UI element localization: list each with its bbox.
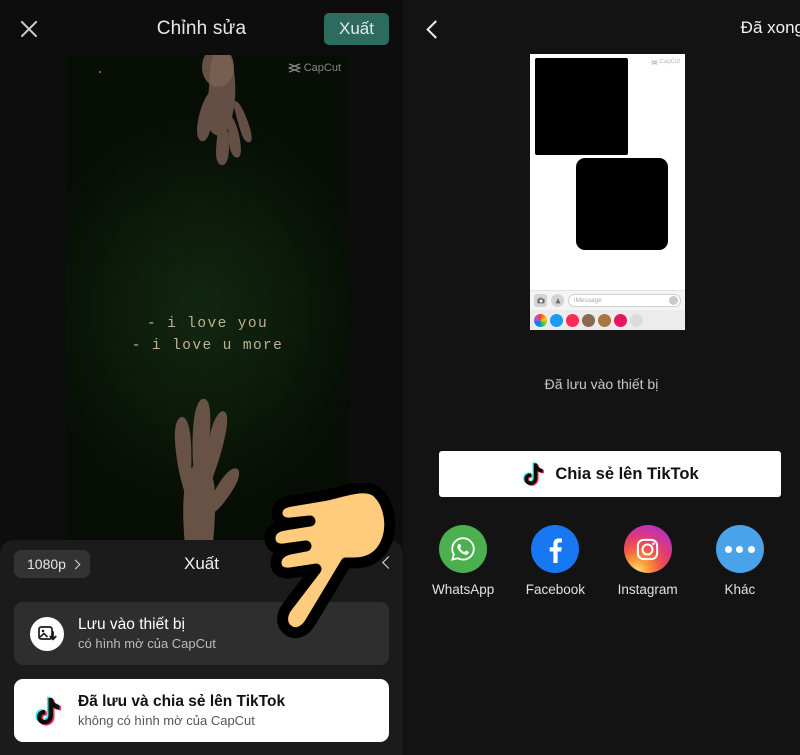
editor-topbar: Chỉnh sửa Xuất — [0, 0, 403, 58]
tiktok-icon — [30, 694, 64, 728]
share-target-whatsapp[interactable]: WhatsApp — [423, 525, 503, 597]
light-speck — [99, 71, 101, 73]
message-bubble — [576, 158, 668, 250]
subtitle-line-2: - i love u more — [131, 338, 284, 354]
subtitle-line-1: - i love you — [146, 316, 269, 332]
camera-glyph — [536, 297, 545, 304]
share-target-label: Instagram — [617, 582, 678, 597]
more-apps-icon — [630, 313, 643, 327]
capcut-logo-icon — [287, 63, 301, 73]
share-target-more[interactable]: Khác — [700, 525, 780, 597]
app-screen: Chỉnh sửa Xuất CapCut - i love you - i l… — [0, 0, 800, 755]
share-target-instagram[interactable]: Instagram — [608, 525, 688, 597]
app-store-icon — [551, 294, 564, 307]
option-subtitle: không có hình mờ của CapCut — [78, 713, 255, 728]
imessage-input-bar: iMessage — [530, 290, 685, 310]
capcut-watermark: CapCut — [650, 59, 680, 65]
capcut-watermark-label: CapCut — [303, 62, 341, 74]
whatsapp-icon — [439, 525, 488, 573]
memoji-app-icon — [598, 313, 611, 327]
video-subtitle: - i love you - i love u more — [66, 313, 349, 357]
tiktok-icon — [523, 462, 545, 486]
message-bubble — [535, 58, 628, 155]
save-to-device-option[interactable]: Lưu vào thiết bị có hình mờ của CapCut — [14, 602, 389, 665]
export-preview-thumbnail: CapCut iMessage — [530, 54, 685, 330]
camera-icon — [534, 294, 547, 307]
capcut-watermark-label: CapCut — [659, 59, 680, 65]
option-title: Đã lưu và chia sẻ lên TikTok — [78, 693, 286, 710]
memoji-app-icon — [582, 313, 595, 327]
more-icon — [715, 525, 764, 573]
app-store-app-icon — [550, 313, 563, 327]
imessage-placeholder: iMessage — [574, 297, 602, 304]
resolution-label: 1080p — [27, 556, 66, 572]
share-target-label: Facebook — [525, 582, 586, 597]
share-to-tiktok-label: Chia sẻ lên TikTok — [555, 464, 699, 483]
share-target-facebook[interactable]: Facebook — [515, 525, 595, 597]
export-sheet-header: 1080p Xuất — [0, 540, 403, 588]
chevron-right-icon — [70, 559, 81, 569]
instagram-glyph — [636, 538, 659, 560]
share-topbar: Đã xong — [403, 0, 800, 58]
saved-status-text: Đã lưu vào thiết bị — [544, 376, 659, 392]
imessage-app-drawer — [530, 310, 685, 330]
close-icon[interactable] — [14, 14, 44, 44]
facebook-icon — [531, 525, 580, 573]
done-button[interactable]: Đã xong — [741, 18, 800, 38]
photos-app-icon — [534, 313, 547, 327]
share-target-label: WhatsApp — [431, 582, 495, 597]
music-app-icon — [566, 313, 579, 327]
save-and-share-tiktok-option[interactable]: Đã lưu và chia sẻ lên TikTok không có hì… — [14, 679, 389, 742]
export-button[interactable]: Xuất — [324, 13, 389, 45]
chevron-left-icon[interactable] — [426, 19, 445, 39]
images-app-icon — [614, 313, 627, 327]
resolution-selector[interactable]: 1080p — [14, 550, 90, 578]
export-bottom-sheet: 1080p Xuất Lưu vào thiết bị có hình mờ c… — [0, 540, 403, 755]
image-download-glyph — [38, 625, 57, 640]
capcut-logo-icon — [650, 59, 658, 65]
option-title: Lưu vào thiết bị — [78, 616, 185, 633]
share-target-label: Khác — [724, 582, 756, 597]
ellipsis-glyph — [724, 545, 755, 553]
instagram-icon — [623, 525, 672, 573]
send-icon — [669, 296, 678, 305]
option-subtitle: có hình mờ của CapCut — [78, 636, 216, 651]
tiktok-note-glyph — [35, 696, 61, 726]
social-share-row: WhatsApp Facebook Instagram Khác — [403, 525, 800, 597]
save-to-device-texts: Lưu vào thiết bị có hình mờ của CapCut — [78, 616, 216, 651]
editor-panel: Chỉnh sửa Xuất CapCut - i love you - i l… — [0, 0, 403, 755]
video-hand-bottom-graphic — [174, 398, 240, 547]
save-and-share-texts: Đã lưu và chia sẻ lên TikTok không có hì… — [78, 693, 285, 728]
share-to-tiktok-button[interactable]: Chia sẻ lên TikTok — [439, 451, 781, 497]
app-store-glyph — [555, 297, 560, 303]
save-to-device-icon — [30, 616, 64, 651]
whatsapp-glyph — [451, 537, 475, 561]
facebook-glyph — [550, 538, 563, 563]
video-hand-top-graphic — [197, 55, 252, 166]
capcut-watermark: CapCut — [287, 62, 341, 74]
share-panel: Đã xong CapCut iMessage Đã lưu vào thiết… — [403, 0, 800, 755]
imessage-input: iMessage — [568, 294, 681, 307]
video-preview[interactable]: CapCut - i love you - i love u more — [66, 55, 349, 547]
chevron-left-icon[interactable] — [382, 556, 395, 569]
